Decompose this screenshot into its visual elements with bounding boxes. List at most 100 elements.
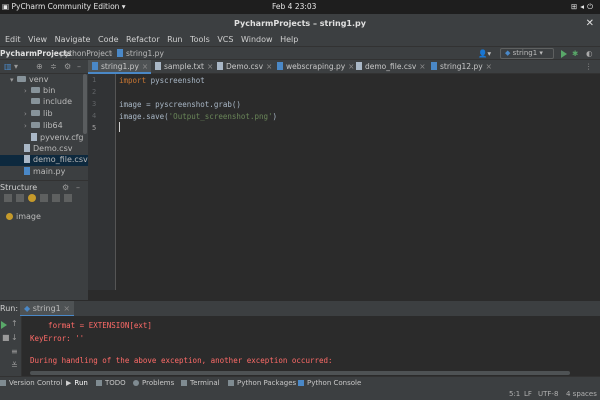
collapse-icon[interactable]: ≑ xyxy=(50,62,57,71)
tab-demo-csv[interactable]: Demo.csv × xyxy=(217,60,275,74)
menu-view[interactable]: View xyxy=(28,35,47,44)
close-icon[interactable]: × xyxy=(266,62,272,71)
hide-icon[interactable]: – xyxy=(77,62,81,71)
show-fields-icon[interactable] xyxy=(28,194,36,202)
close-icon[interactable]: ✕ xyxy=(586,18,594,29)
close-icon[interactable]: × xyxy=(207,62,213,71)
breadcrumb-folder[interactable]: pythonProject xyxy=(60,49,112,58)
tool-version-control[interactable]: Version Control xyxy=(0,379,62,387)
tree-item-include[interactable]: include xyxy=(24,97,72,108)
file-encoding[interactable]: UTF-8 xyxy=(538,390,558,398)
tab-label: demo_file.csv xyxy=(365,62,417,71)
menu-navigate[interactable]: Navigate xyxy=(55,35,91,44)
tool-label: Problems xyxy=(142,379,175,387)
close-icon[interactable]: × xyxy=(142,62,148,71)
active-app-menu[interactable]: ▣ PyCharm Community Edition ▾ xyxy=(2,2,126,11)
python-file-icon xyxy=(277,62,283,70)
project-panel-header: ▥ ▾ ⊕ ≑ ⚙ – xyxy=(0,60,88,74)
tool-problems[interactable]: Problems xyxy=(133,379,174,387)
run-icon[interactable] xyxy=(561,50,567,58)
run-panel-header: Run: ◆ string1 × xyxy=(0,300,600,317)
tree-item-demo-file-csv[interactable]: demo_file.csv xyxy=(0,155,88,166)
tool-python-packages[interactable]: Python Packages xyxy=(228,379,296,387)
system-tray[interactable]: ⊞◂⏻ xyxy=(571,2,596,12)
tree-item-bin[interactable]: › bin xyxy=(24,86,55,97)
tab-webscraping[interactable]: webscraping.py × xyxy=(277,60,354,74)
user-icon[interactable]: 👤▾ xyxy=(478,49,491,58)
expand-all-icon[interactable] xyxy=(52,194,60,202)
coverage-icon[interactable]: ◐ xyxy=(586,49,593,58)
tool-run[interactable]: ▶ Run xyxy=(66,379,88,387)
code-text: image.save( xyxy=(119,112,169,121)
window-title-bar: PycharmProjects – string1.py ✕ xyxy=(0,14,600,34)
tab-label: sample.txt xyxy=(164,62,204,71)
window-title: PycharmProjects – string1.py xyxy=(234,19,366,28)
tab-list-icon[interactable]: ⋮ xyxy=(585,62,593,71)
menu-code[interactable]: Code xyxy=(98,35,118,44)
folder-icon xyxy=(31,98,40,104)
rerun-icon[interactable] xyxy=(1,321,7,329)
tree-item-lib64[interactable]: › lib64 xyxy=(24,121,63,132)
arrow-up-icon[interactable]: ↑ xyxy=(11,319,18,328)
structure-item-label: image xyxy=(16,212,41,221)
hide-icon[interactable]: – xyxy=(76,183,80,192)
tool-todo[interactable]: TODO xyxy=(96,379,126,387)
gear-icon[interactable]: ⚙ xyxy=(62,183,69,192)
tree-item-venv[interactable]: ▾ venv xyxy=(10,75,48,86)
code-text: ) xyxy=(272,112,278,121)
collapse-all-icon[interactable] xyxy=(64,194,72,202)
menu-run[interactable]: Run xyxy=(167,35,182,44)
clock[interactable]: Feb 4 23:03 xyxy=(272,2,316,11)
tree-item-main-py[interactable]: main.py xyxy=(24,167,65,178)
show-inherited-icon[interactable] xyxy=(40,194,48,202)
caret-position[interactable]: 5:1 xyxy=(509,390,520,398)
scroll-to-end-icon[interactable]: ≚ xyxy=(11,361,18,370)
tree-scrollbar[interactable] xyxy=(83,74,87,134)
tree-item-pyvenv[interactable]: pyvenv.cfg xyxy=(31,133,84,144)
tab-string12[interactable]: string12.py × xyxy=(431,60,497,74)
chevron-down-icon[interactable]: ▾ xyxy=(14,62,18,71)
console-output[interactable]: format = EXTENSION[ext] KeyError: '' Dur… xyxy=(22,316,600,376)
tool-label: TODO xyxy=(105,379,126,387)
folder-icon xyxy=(17,76,26,82)
tab-string1[interactable]: string1.py × xyxy=(88,60,151,74)
menu-window[interactable]: Window xyxy=(241,35,273,44)
gear-icon[interactable]: ⚙ xyxy=(64,62,71,71)
breadcrumb-file-label: string1.py xyxy=(126,49,164,58)
close-icon[interactable]: × xyxy=(486,62,492,71)
breadcrumb-file[interactable]: string1.py xyxy=(117,49,164,58)
arrow-down-icon[interactable]: ↓ xyxy=(11,333,18,342)
soft-wrap-icon[interactable]: ≡ xyxy=(11,347,18,356)
tool-python-console[interactable]: Python Console xyxy=(298,379,361,387)
line-separator[interactable]: LF xyxy=(524,390,532,398)
menu-refactor[interactable]: Refactor xyxy=(126,35,160,44)
sort-visibility-icon[interactable] xyxy=(16,194,24,202)
chevron-right-icon: › xyxy=(24,122,27,130)
tab-demo-file-csv[interactable]: demo_file.csv × xyxy=(356,60,426,74)
stop-icon[interactable]: ■ xyxy=(2,333,10,342)
debug-icon[interactable]: ✱ xyxy=(572,49,578,58)
run-tab[interactable]: ◆ string1 × xyxy=(20,301,75,317)
menu-vcs[interactable]: VCS xyxy=(217,35,233,44)
locate-icon[interactable]: ⊕ xyxy=(36,62,43,71)
tab-label: webscraping.py xyxy=(286,62,346,71)
tab-sample-txt[interactable]: sample.txt × xyxy=(155,60,217,74)
tree-item-demo-csv[interactable]: Demo.csv xyxy=(24,144,72,155)
project-view-icon[interactable]: ▥ xyxy=(4,62,12,71)
sort-alpha-icon[interactable] xyxy=(4,194,12,202)
close-icon[interactable]: × xyxy=(63,304,70,313)
console-scrollbar[interactable] xyxy=(30,371,570,375)
menu-help[interactable]: Help xyxy=(280,35,298,44)
structure-item-image[interactable]: image xyxy=(6,212,41,223)
close-icon[interactable]: × xyxy=(348,62,354,71)
python-file-icon xyxy=(92,62,98,70)
structure-panel-header: Structure ⚙ – xyxy=(0,180,88,204)
tool-terminal[interactable]: Terminal xyxy=(181,379,220,387)
run-configuration-select[interactable]: ◆ string1 ▾ xyxy=(500,48,554,59)
tree-item-lib[interactable]: › lib xyxy=(24,109,53,120)
menu-edit[interactable]: Edit xyxy=(5,35,21,44)
code-editor[interactable]: import pyscreenshot image = pyscreenshot… xyxy=(116,74,600,290)
indent-setting[interactable]: 4 spaces xyxy=(566,390,597,398)
close-icon[interactable]: × xyxy=(419,62,425,71)
menu-tools[interactable]: Tools xyxy=(190,35,210,44)
